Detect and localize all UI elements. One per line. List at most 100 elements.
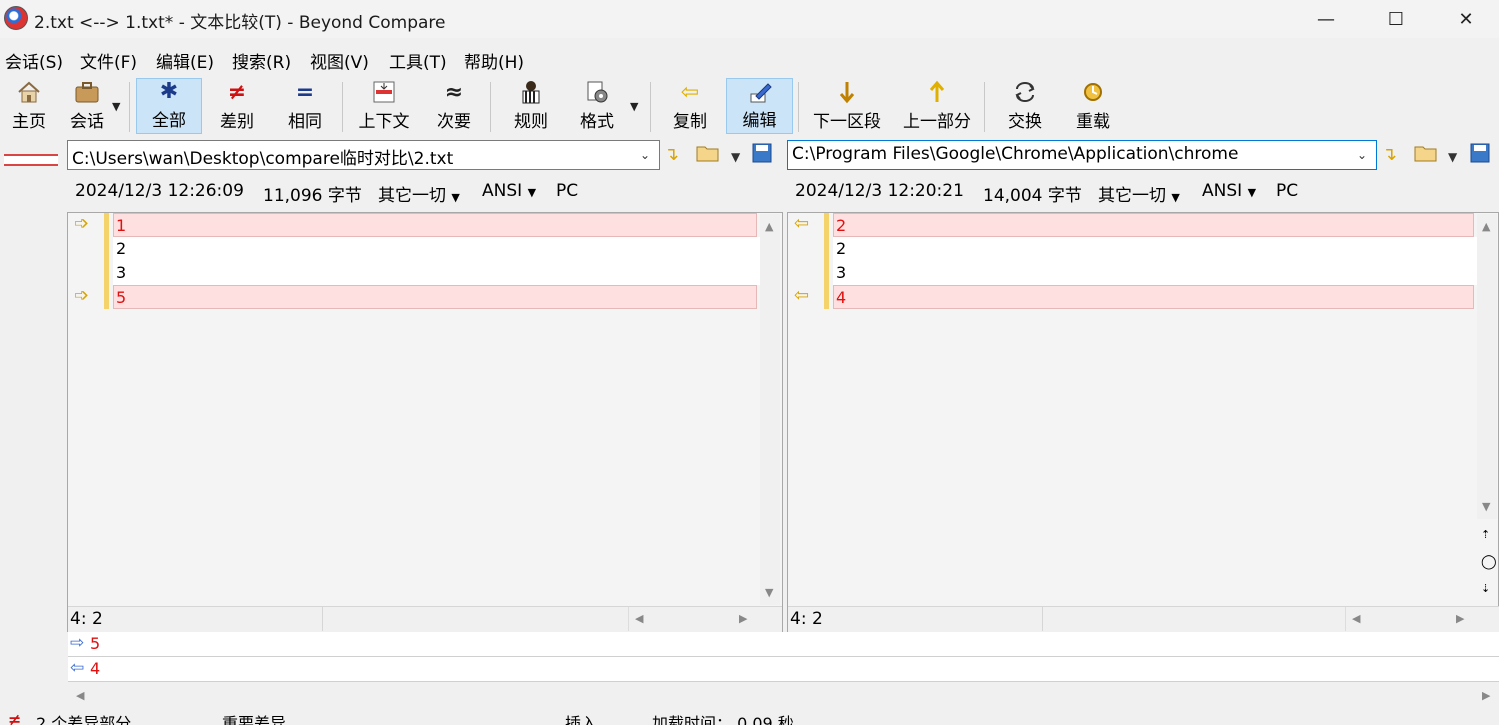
left-path-dropdown-icon[interactable]: ⌄ (640, 148, 650, 162)
left-line-1[interactable]: 1 (113, 213, 757, 237)
home-button[interactable]: 主页 (2, 78, 56, 134)
left-file-size: 11,096 字节 (263, 186, 362, 206)
left-encoding-dropdown[interactable]: ANSI ▼ (482, 181, 536, 201)
next-diff-icon[interactable]: ⇣ (1481, 582, 1490, 595)
right-vertical-scrollbar[interactable]: ▲ ▼ (1477, 214, 1497, 519)
left-folder-dropdown-icon[interactable]: ▼ (731, 150, 740, 164)
right-folder-dropdown-icon[interactable]: ▼ (1448, 150, 1457, 164)
right-horizontal-scrollbar[interactable]: ◀ ▶ (1345, 607, 1474, 631)
left-line-2[interactable]: 2 (113, 237, 760, 261)
maximize-button[interactable]: ☐ (1361, 0, 1431, 38)
left-save-icon[interactable] (752, 143, 772, 168)
scroll-right-icon[interactable]: ▶ (1482, 689, 1490, 702)
right-open-folder-icon[interactable] (1414, 143, 1438, 168)
show-all-button[interactable]: ✱ 全部 (136, 78, 202, 134)
title-bar: 2.txt <--> 1.txt* - 文本比较(T) - Beyond Com… (0, 0, 1499, 38)
format-dropdown-icon[interactable]: ▼ (630, 100, 638, 113)
right-path-input[interactable]: C:\Program Files\Google\Chrome\Applicati… (787, 140, 1377, 170)
approx-icon: ≈ (444, 79, 464, 105)
left-next-file-icon[interactable]: ↴ (664, 144, 679, 165)
scroll-left-icon[interactable]: ◀ (76, 689, 84, 702)
chevron-down-icon: ▼ (451, 191, 460, 204)
detail-horizontal-scrollbar[interactable]: ◀ ▶ (68, 683, 1499, 707)
menu-help[interactable]: 帮助(H) (464, 48, 524, 73)
detail-left-row[interactable]: ⇨ 5 (68, 632, 1499, 657)
left-line-3[interactable]: 3 (113, 261, 760, 285)
right-file-size: 14,004 字节 (983, 186, 1082, 206)
beyond-compare-logo-icon (4, 6, 28, 30)
load-time: 加载时间： 0.09 秒 (652, 714, 794, 725)
session-button[interactable]: 会话 (62, 78, 112, 134)
edit-button[interactable]: 编辑 (726, 78, 793, 134)
copy-right-arrow-icon[interactable]: ➩ (74, 285, 89, 306)
left-line-ending[interactable]: PC (556, 181, 578, 201)
right-path-dropdown-icon[interactable]: ⌄ (1357, 148, 1367, 162)
copy-left-arrow-icon[interactable]: ⇦ (794, 213, 809, 234)
format-button[interactable]: 格式 (566, 78, 628, 134)
close-button[interactable]: ✕ (1431, 0, 1499, 38)
menu-session[interactable]: 会话(S) (5, 48, 63, 73)
menu-edit[interactable]: 编辑(E) (156, 48, 214, 73)
next-section-button[interactable]: 下一区段 (806, 78, 888, 134)
scroll-right-icon[interactable]: ▶ (739, 612, 747, 625)
swap-button[interactable]: 交换 (994, 78, 1056, 134)
detail-right-row[interactable]: ⇦ 4 (68, 657, 1499, 682)
left-horizontal-scrollbar[interactable]: ◀ ▶ (628, 607, 757, 631)
detail-right-text: 4 (90, 659, 101, 678)
minimize-button[interactable]: — (1291, 0, 1361, 38)
left-open-folder-icon[interactable] (696, 143, 720, 168)
toolbar-separator (984, 82, 985, 132)
scroll-left-icon[interactable]: ◀ (635, 612, 643, 625)
overview-indicator[interactable] (4, 154, 58, 166)
current-diff-icon[interactable]: ◯ (1481, 554, 1497, 570)
show-diffs-button[interactable]: ≠ 差别 (206, 78, 268, 134)
prev-part-button[interactable]: 上一部分 (896, 78, 978, 134)
arrow-left-icon: ⇦ (680, 79, 700, 105)
right-save-icon[interactable] (1470, 143, 1490, 168)
menu-search[interactable]: 搜索(R) (232, 48, 291, 73)
scroll-up-icon[interactable]: ▲ (1482, 220, 1490, 233)
not-equal-icon: ≠ (227, 79, 247, 105)
toolbar: 主页 会话 ▼ ✱ 全部 ≠ 差别 = 相同 上下文 ≈ 次要 规则 格式 ▼ … (0, 78, 1499, 138)
format-gear-icon (585, 79, 609, 105)
insert-mode: 插入 (565, 714, 598, 725)
minor-button[interactable]: ≈ 次要 (424, 78, 484, 134)
right-line-2[interactable]: 2 (833, 237, 1477, 261)
toolbar-separator (490, 82, 491, 132)
copy-right-arrow-icon[interactable]: ➩ (74, 213, 89, 234)
menu-file[interactable]: 文件(F) (80, 48, 137, 73)
rules-button[interactable]: 规则 (500, 78, 562, 134)
right-encoding-dropdown[interactable]: ANSI ▼ (1202, 181, 1256, 201)
toolbar-separator (129, 82, 130, 132)
right-next-file-icon[interactable]: ↴ (1382, 144, 1397, 165)
right-line-ending[interactable]: PC (1276, 181, 1298, 201)
not-equal-icon: ≠ (8, 710, 22, 725)
scroll-up-icon[interactable]: ▲ (765, 220, 773, 233)
copy-button[interactable]: ⇦ 复制 (658, 78, 722, 134)
right-line-4[interactable]: 4 (833, 285, 1474, 309)
menu-view[interactable]: 视图(V) (310, 48, 369, 73)
reload-button[interactable]: 重载 (1062, 78, 1124, 134)
arrow-left-icon: ⇦ (70, 658, 85, 678)
equal-icon: = (295, 79, 315, 105)
session-dropdown-icon[interactable]: ▼ (112, 100, 120, 113)
prev-diff-icon[interactable]: ⇡ (1481, 528, 1490, 541)
left-other-dropdown[interactable]: 其它一切 ▼ (378, 181, 460, 206)
left-path-input[interactable]: C:\Users\wan\Desktop\compare临时对比\2.txt (67, 140, 660, 170)
window-title: 2.txt <--> 1.txt* - 文本比较(T) - Beyond Com… (34, 13, 446, 33)
context-button[interactable]: 上下文 (350, 78, 418, 134)
scroll-left-icon[interactable]: ◀ (1352, 612, 1360, 625)
scroll-right-icon[interactable]: ▶ (1456, 612, 1464, 625)
right-other-dropdown[interactable]: 其它一切 ▼ (1098, 181, 1180, 206)
menu-tools[interactable]: 工具(T) (389, 48, 447, 73)
right-line-3[interactable]: 3 (833, 261, 1477, 285)
left-line-4[interactable]: 5 (113, 285, 757, 309)
left-vertical-scrollbar[interactable]: ▲ ▼ (760, 214, 780, 605)
right-line-1[interactable]: 2 (833, 213, 1474, 237)
scroll-down-icon[interactable]: ▼ (1482, 500, 1490, 513)
scroll-down-icon[interactable]: ▼ (765, 586, 773, 599)
status-divider (1042, 607, 1043, 631)
copy-left-arrow-icon[interactable]: ⇦ (794, 285, 809, 306)
toolbar-separator (650, 82, 651, 132)
show-same-button[interactable]: = 相同 (274, 78, 336, 134)
